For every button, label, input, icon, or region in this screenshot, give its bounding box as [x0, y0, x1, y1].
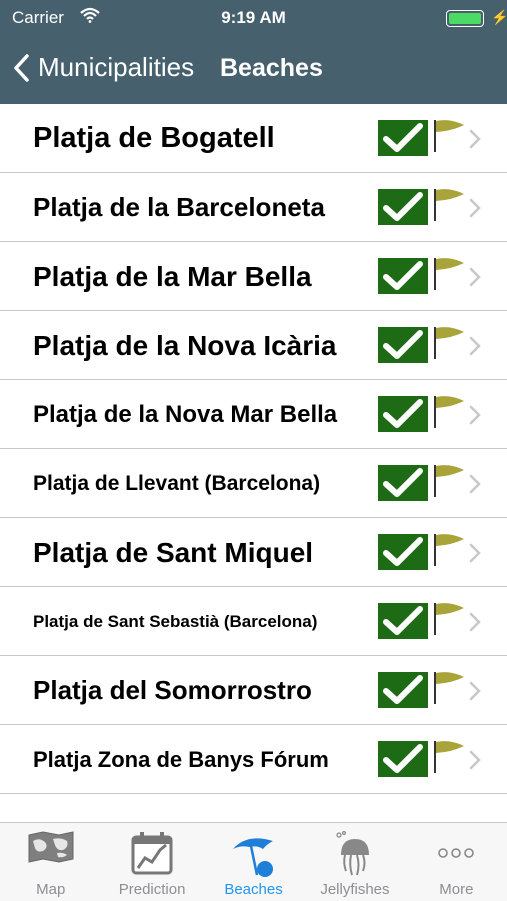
check-icon [378, 603, 428, 639]
header: Carrier 9:19 AM ⚡ Municipalities Beaches [0, 0, 507, 104]
beach-row[interactable]: Platja de Bogatell [0, 104, 507, 173]
navigation-bar: Municipalities Beaches [0, 40, 507, 104]
check-icon [378, 465, 428, 501]
beach-name: Platja de la Barceloneta [33, 192, 325, 222]
beach-name: Platja de la Mar Bella [33, 261, 312, 292]
back-chevron-icon [14, 53, 29, 82]
flag-icon [434, 327, 464, 359]
tab-label: Jellyfishes [320, 881, 390, 898]
beach-row[interactable]: Platja del Somorrostro [0, 656, 507, 725]
beach-name: Platja de la Nova Mar Bella [33, 401, 338, 428]
beach-row[interactable]: Platja Zona de Banys Fórum [0, 725, 507, 794]
flag-icon [434, 189, 464, 221]
tab-more[interactable]: More [406, 823, 507, 901]
back-label: Municipalities [38, 52, 195, 82]
back-button[interactable]: Municipalities [12, 52, 194, 83]
beach-row[interactable]: Platja de Llevant (Barcelona) [0, 449, 507, 518]
tab-prediction[interactable]: Prediction [101, 823, 202, 901]
beach-row[interactable]: Platja de la Nova Icària [0, 311, 507, 380]
beach-name: Platja de Sant Miquel [33, 537, 314, 568]
jellyfish-icon [336, 831, 369, 876]
chevron-right-icon [469, 681, 481, 701]
flag-icon [434, 258, 464, 290]
map-icon [28, 831, 74, 863]
check-icon [378, 327, 428, 363]
flag-icon [434, 672, 464, 704]
beach-row[interactable]: Platja de Sant Sebastià (Barcelona) [0, 587, 507, 656]
beach-umbrella-icon [232, 838, 273, 877]
beach-row[interactable]: Platja de la Mar Bella [0, 242, 507, 311]
clock: 9:19 AM [221, 8, 286, 27]
beach-list: Platja de Bogatell Platja de la Barcelone… [0, 104, 507, 822]
beach-row[interactable]: Platja de la Barceloneta [0, 173, 507, 242]
check-icon [378, 120, 428, 156]
prediction-chart-icon [131, 832, 173, 875]
beach-name: Platja de la Nova Icària [33, 330, 337, 361]
beach-name: Platja de Bogatell [33, 122, 275, 154]
check-icon [378, 672, 428, 708]
chevron-right-icon [469, 336, 481, 356]
beach-name: Platja del Somorrostro [33, 675, 312, 705]
check-icon [378, 534, 428, 570]
tab-label: Map [36, 881, 66, 898]
beach-name: Platja Zona de Banys Fórum [33, 747, 329, 772]
more-icon [438, 848, 475, 858]
check-icon [378, 741, 428, 777]
flag-icon [434, 396, 464, 428]
check-icon [378, 258, 428, 294]
chevron-right-icon [469, 129, 481, 149]
chevron-right-icon [469, 267, 481, 287]
charging-icon: ⚡ [491, 9, 507, 25]
tab-label: Beaches [224, 881, 283, 898]
chevron-right-icon [469, 405, 481, 425]
tab-bar: Map Prediction Beaches Jellyfishes More [0, 822, 507, 901]
flag-icon [434, 465, 464, 497]
chevron-right-icon [469, 612, 481, 632]
beach-name: Platja de Sant Sebastià (Barcelona) [33, 612, 318, 631]
beach-name: Platja de Llevant (Barcelona) [33, 472, 321, 495]
tab-label: More [439, 881, 474, 898]
flag-icon [434, 741, 464, 773]
check-icon [378, 396, 428, 432]
tab-label: Prediction [118, 881, 186, 898]
beach-row[interactable]: Platja de Sant Miquel [0, 518, 507, 587]
flag-icon [434, 603, 464, 635]
tab-jellyfishes[interactable]: Jellyfishes [304, 823, 405, 901]
chevron-right-icon [469, 750, 481, 770]
page-title: Beaches [220, 54, 323, 82]
flag-icon [434, 120, 464, 152]
flag-icon [434, 534, 464, 566]
chevron-right-icon [469, 543, 481, 563]
tab-map[interactable]: Map [0, 823, 101, 901]
check-icon [378, 189, 428, 225]
tab-beaches[interactable]: Beaches [203, 823, 304, 901]
battery-icon [446, 10, 484, 27]
beach-row[interactable]: Platja de la Nova Mar Bella [0, 380, 507, 449]
chevron-right-icon [469, 474, 481, 494]
status-bar: Carrier 9:19 AM ⚡ [0, 0, 507, 36]
chevron-right-icon [469, 198, 481, 218]
